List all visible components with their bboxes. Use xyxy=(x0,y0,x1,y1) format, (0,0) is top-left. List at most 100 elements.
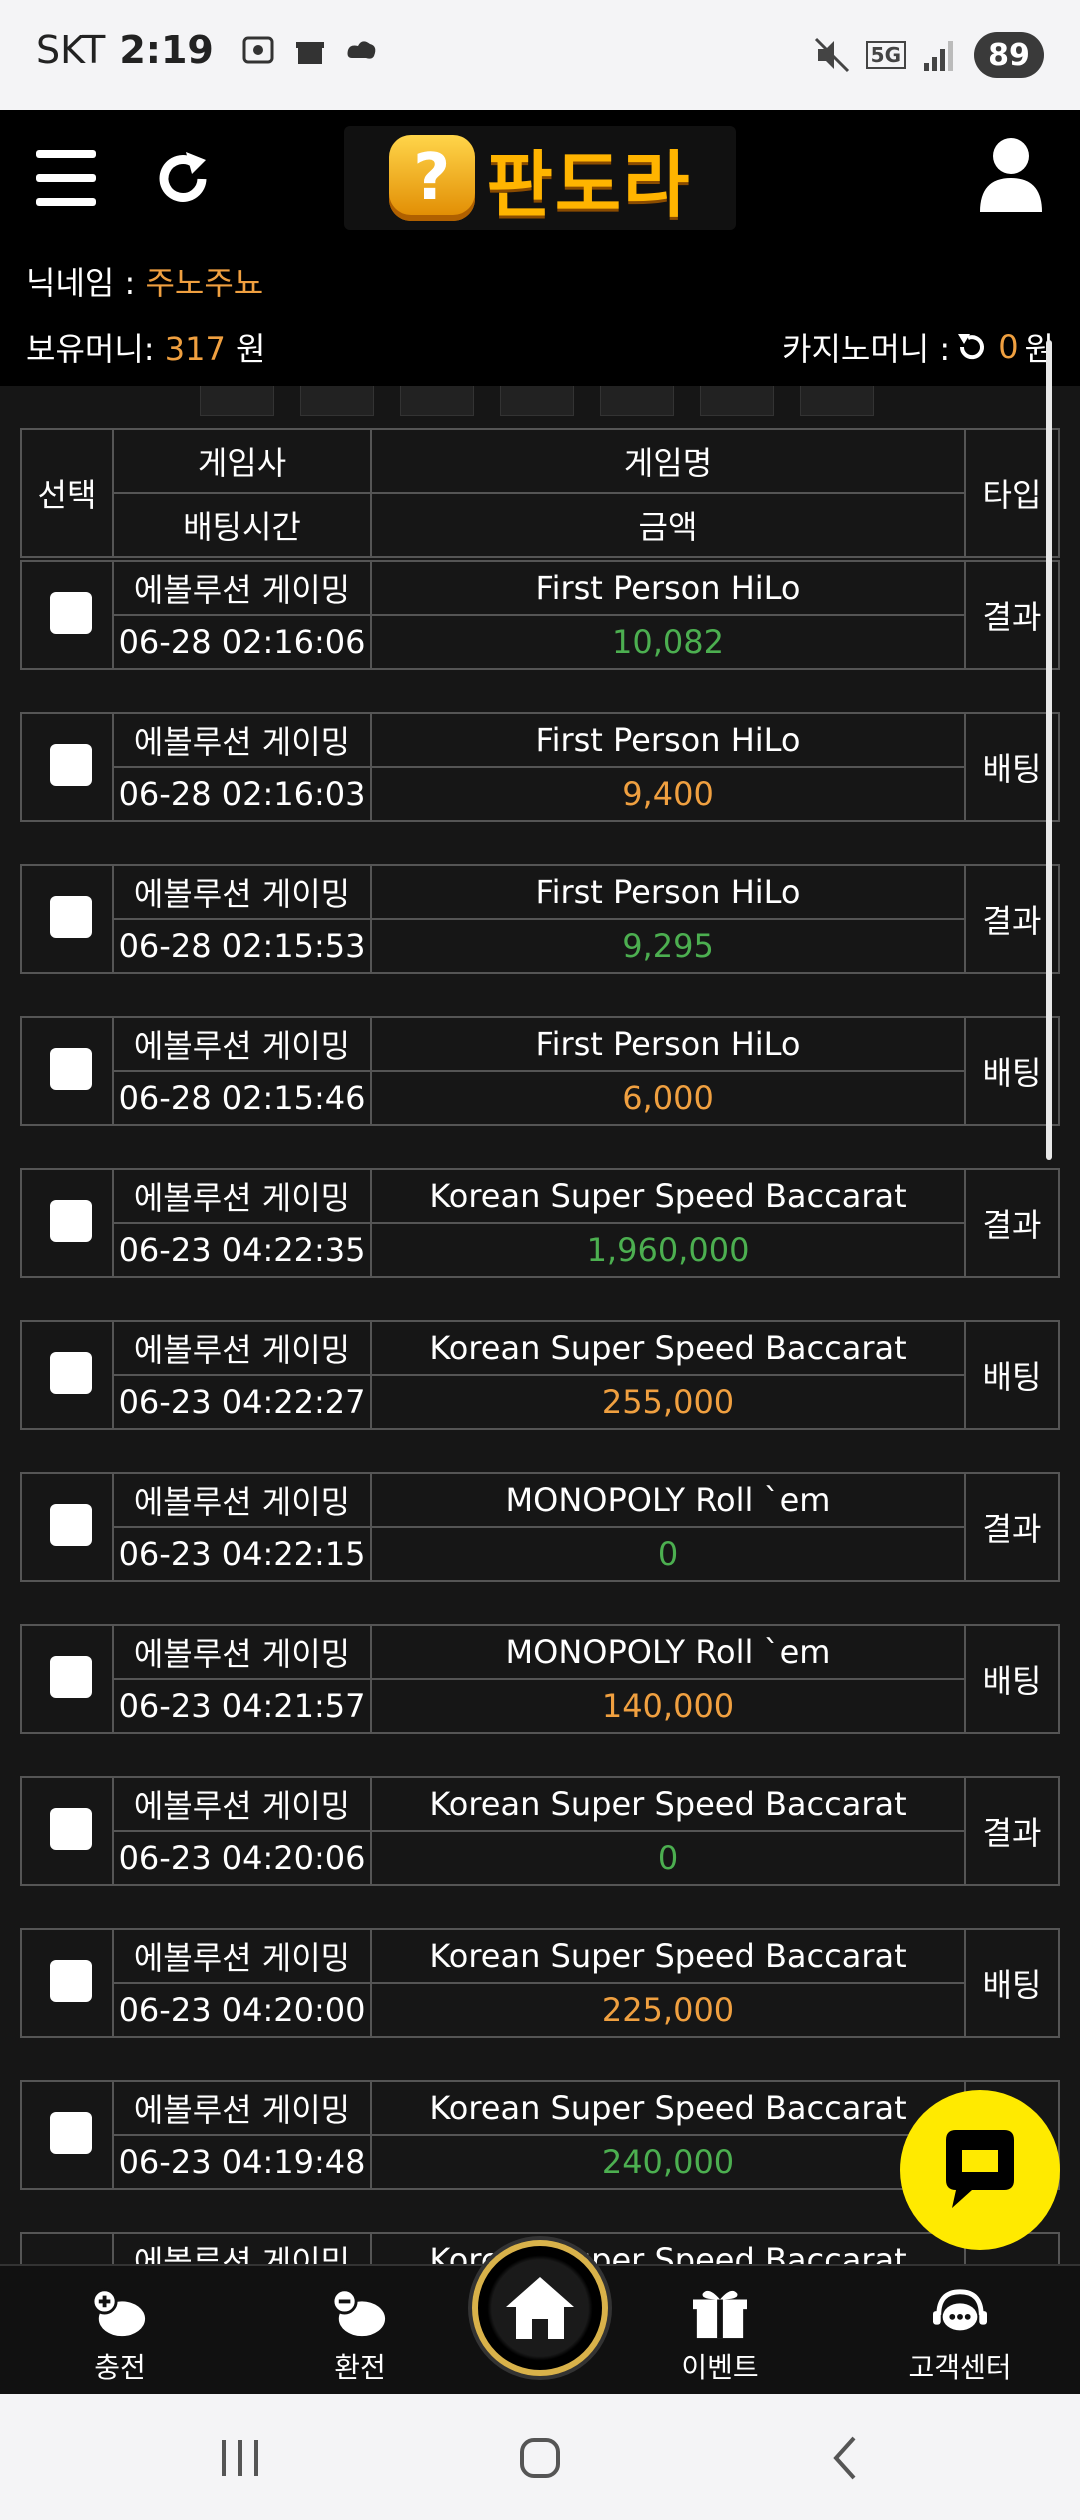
nav-event-label: 이벤트 xyxy=(681,2351,759,2384)
row-select-cell xyxy=(20,1016,114,1126)
row-company: 에볼루션 게이밍 xyxy=(112,1168,372,1224)
row-checkbox[interactable] xyxy=(50,1504,92,1546)
row-time: 06-23 04:22:27 xyxy=(112,1374,372,1430)
system-nav-bar xyxy=(0,2394,1080,2520)
signal-icon xyxy=(924,41,953,71)
row-checkbox[interactable] xyxy=(50,2112,92,2154)
row-amount: 225,000 xyxy=(370,1982,966,2038)
hamburger-icon[interactable] xyxy=(36,150,96,206)
row-checkbox[interactable] xyxy=(50,1200,92,1242)
money-value: 317 xyxy=(164,330,226,368)
row-checkbox[interactable] xyxy=(50,592,92,634)
header-company: 게임사 xyxy=(112,428,372,494)
nav-exchange[interactable]: 환전 xyxy=(280,2286,440,2386)
row-amount: 240,000 xyxy=(370,2134,966,2190)
home-system-icon[interactable] xyxy=(510,2428,570,2488)
row-select-cell xyxy=(20,864,114,974)
row-amount: 0 xyxy=(370,1830,966,1886)
row-game: First Person HiLo xyxy=(370,1016,966,1072)
nickname-label: 닉네임 : xyxy=(26,264,146,302)
logo-text: 판도라 xyxy=(486,142,692,227)
row-company: 에볼루션 게이밍 xyxy=(112,1776,372,1832)
row-checkbox[interactable] xyxy=(50,1352,92,1394)
row-checkbox[interactable] xyxy=(50,1808,92,1850)
row-company: 에볼루션 게이밍 xyxy=(112,864,372,920)
battery-indicator: 89 xyxy=(974,32,1044,78)
piggy-plus-icon xyxy=(91,2288,146,2337)
row-checkbox[interactable] xyxy=(50,1960,92,2002)
row-game: Korean Super Speed Baccarat xyxy=(370,1320,966,1376)
row-time: 06-23 04:20:06 xyxy=(112,1830,372,1886)
nav-exchange-label: 환전 xyxy=(334,2351,386,2384)
row-amount: 255,000 xyxy=(370,1374,966,1430)
row-checkbox[interactable] xyxy=(50,1656,92,1698)
table-row: 에볼루션 게이밍 First Person HiLo 06-28 02:16:03 9… xyxy=(20,712,1060,822)
row-time: 06-23 04:19:48 xyxy=(112,2134,372,2190)
row-time: 06-23 04:22:35 xyxy=(112,1222,372,1278)
row-company: 에볼루션 게이밍 xyxy=(112,1320,372,1376)
header-game: 게임명 xyxy=(370,428,966,494)
table-row: 에볼루션 게이밍 MONOPOLY Roll `em 06-23 04:21:57 1… xyxy=(20,1624,1060,1734)
app-header: ? 판도라 닉네임 : 주노주뇨 보유머니: 317 원 카지노머니 : 0 원 xyxy=(0,110,1080,386)
nav-charge[interactable]: 충전 xyxy=(40,2286,200,2386)
casino-refresh-icon[interactable] xyxy=(954,330,988,364)
row-amount: 0 xyxy=(370,1526,966,1582)
logo[interactable]: ? 판도라 xyxy=(344,126,736,230)
row-checkbox[interactable] xyxy=(50,1048,92,1090)
row-amount: 6,000 xyxy=(370,1070,966,1126)
bottom-nav: 충전 환전 이벤트 고객센터 xyxy=(0,2240,1080,2394)
refresh-icon[interactable] xyxy=(150,146,216,212)
table-row: 에볼루션 게이밍 Korean Super Speed Baccarat 06-23… xyxy=(20,1320,1060,1430)
row-game: Korean Super Speed Baccarat xyxy=(370,1168,966,1224)
cloud-icon xyxy=(347,41,376,59)
row-game: Korean Super Speed Baccarat xyxy=(370,1928,966,1984)
row-select-cell xyxy=(20,560,114,670)
table-row: 에볼루션 게이밍 MONOPOLY Roll `em 06-23 04:22:15 0… xyxy=(20,1472,1060,1582)
row-time: 06-23 04:20:00 xyxy=(112,1982,372,2038)
row-amount: 1,960,000 xyxy=(370,1222,966,1278)
gift-icon xyxy=(693,2290,747,2339)
row-game: Korean Super Speed Baccarat xyxy=(370,1776,966,1832)
piggy-minus-icon xyxy=(331,2288,386,2337)
recent-apps-icon[interactable] xyxy=(210,2428,270,2488)
chat-icon xyxy=(946,2130,1014,2208)
table-row: 에볼루션 게이밍 Korean Super Speed Baccarat 06-23… xyxy=(20,1928,1060,2038)
row-game: MONOPOLY Roll `em xyxy=(370,1472,966,1528)
row-time: 06-23 04:22:15 xyxy=(112,1526,372,1582)
money-label: 보유머니: xyxy=(26,330,165,368)
row-company: 에볼루션 게이밍 xyxy=(112,1472,372,1528)
app-root: SKT 2:19 5G 89 ? 판도라 닉네임: 주노주뇨 보유머니: 31… xyxy=(0,0,1080,2520)
row-time: 06-28 02:16:03 xyxy=(112,766,372,822)
chat-button[interactable] xyxy=(900,2090,1060,2250)
header-time: 배팅시간 xyxy=(112,492,372,558)
row-amount: 140,000 xyxy=(370,1678,966,1734)
row-time: 06-28 02:15:53 xyxy=(112,918,372,974)
row-game: MONOPOLY Roll `em xyxy=(370,1624,966,1680)
header-amount: 금액 xyxy=(370,492,966,558)
row-game: Korean Super Speed Baccarat xyxy=(370,2080,966,2136)
home-button[interactable] xyxy=(472,2240,608,2376)
nav-support[interactable]: 고객센터 xyxy=(880,2286,1040,2386)
user-icon[interactable] xyxy=(978,136,1044,212)
headset-icon xyxy=(933,2289,987,2331)
row-type: 결과 xyxy=(964,1168,1060,1278)
row-checkbox[interactable] xyxy=(50,896,92,938)
nav-event[interactable]: 이벤트 xyxy=(640,2286,800,2386)
row-checkbox[interactable] xyxy=(50,744,92,786)
table-row: 에볼루션 게이밍 First Person HiLo 06-28 02:15:46 6… xyxy=(20,1016,1060,1126)
row-company: 에볼루션 게이밍 xyxy=(112,560,372,616)
back-icon[interactable] xyxy=(816,2428,876,2488)
screenshot-icon xyxy=(242,36,274,64)
casino-value: 0 xyxy=(998,328,1019,366)
row-select-cell xyxy=(20,1472,114,1582)
scroll-indicator[interactable] xyxy=(1046,340,1052,1160)
row-type: 배팅 xyxy=(964,1624,1060,1734)
nav-support-label: 고객센터 xyxy=(908,2351,1012,2384)
table-row: 에볼루션 게이밍 First Person HiLo 06-28 02:15:53 9… xyxy=(20,864,1060,974)
nickname-value: 주노주뇨 xyxy=(145,264,264,302)
row-time: 06-28 02:16:06 xyxy=(112,614,372,670)
row-amount: 9,295 xyxy=(370,918,966,974)
table-row: 에볼루션 게이밍 First Person HiLo 06-28 02:16:06 1… xyxy=(20,560,1060,670)
row-game: First Person HiLo xyxy=(370,712,966,768)
row-company: 에볼루션 게이밍 xyxy=(112,1624,372,1680)
